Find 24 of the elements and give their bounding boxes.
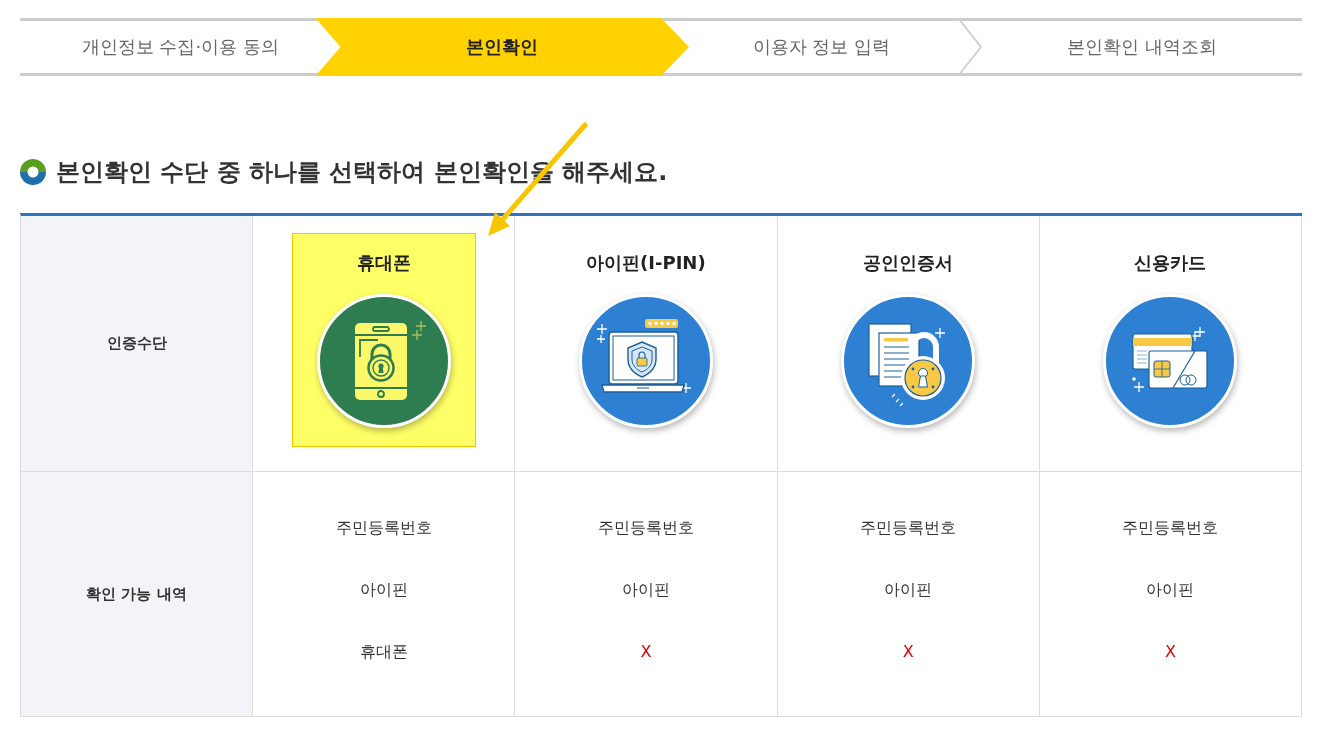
row-header-label: 확인 가능 내역: [86, 584, 187, 604]
auth-method-option[interactable]: 휴대폰: [291, 233, 476, 447]
progress-step: 개인정보 수집·이용 동의: [20, 21, 316, 73]
progress-step: 본인확인: [315, 18, 689, 76]
coverage-item: 주민등록번호: [597, 517, 694, 539]
coverage-item: 주민등록번호: [860, 517, 957, 539]
auth-method-option[interactable]: 공인인증서: [816, 233, 1001, 447]
coverage-item: 아이핀: [884, 579, 933, 601]
coverage-item: X: [902, 641, 914, 663]
progress-step: 본인확인 내역조회: [981, 21, 1302, 73]
coverage-item: 주민등록번호: [1122, 517, 1219, 539]
coverage-item: 휴대폰: [359, 641, 408, 663]
auth-method-option[interactable]: 아이핀(I-PIN): [553, 233, 738, 447]
coverage-item: 아이핀: [1146, 579, 1195, 601]
coverage-item: 아이핀: [359, 579, 408, 601]
phone-padlock-icon: [316, 294, 451, 428]
ring-bullet-icon: [20, 159, 46, 185]
coverage-item: X: [1164, 641, 1176, 663]
coverage-item: 주민등록번호: [335, 517, 432, 539]
coverage-item: X: [640, 641, 652, 663]
progress-step: 이용자 정보 입력: [689, 21, 982, 73]
coverage-item: 아이핀: [621, 579, 670, 601]
auth-method-option[interactable]: 신용카드: [1078, 233, 1263, 447]
row-header-label: 인증수단: [106, 334, 167, 353]
